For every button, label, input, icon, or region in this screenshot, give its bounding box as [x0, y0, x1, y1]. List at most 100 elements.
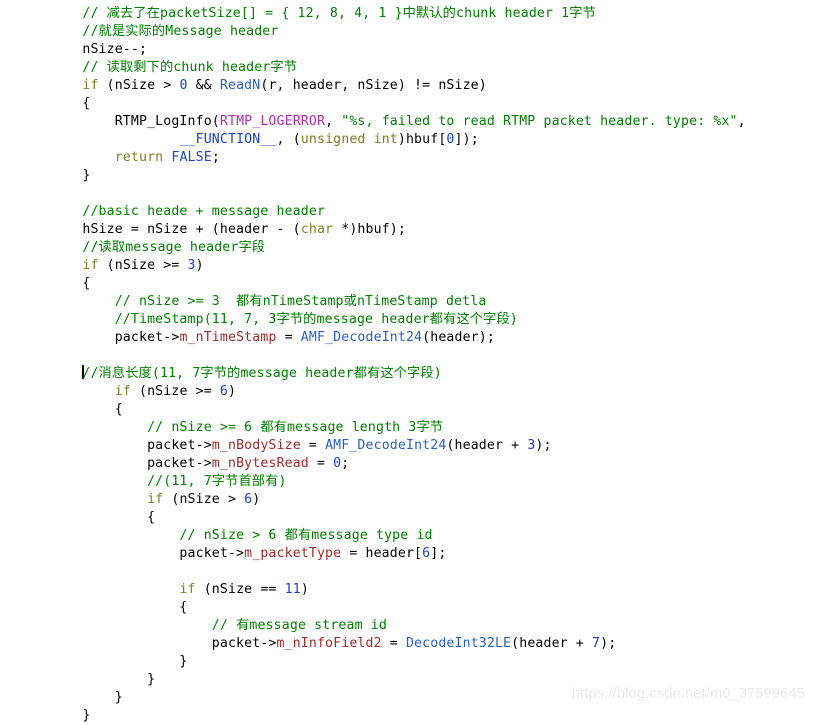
code-editor[interactable]: // 减去了在packetSize[] = { 12, 8, 4, 1 }中默认… [0, 0, 817, 723]
code-token-p: = header[ [341, 546, 423, 561]
code-line: //(11, 7字节首部有) [50, 473, 817, 491]
code-token-p [50, 366, 82, 381]
code-token-p: (header + [446, 438, 528, 453]
code-line: //就是实际的Message header [50, 23, 817, 41]
code-token-p: { [50, 402, 123, 417]
code-token-k: char [300, 222, 334, 237]
code-line: if (nSize > 0 && ReadN(r, header, nSize)… [50, 77, 817, 95]
code-token-p: packet-> [50, 636, 277, 651]
code-line: { [50, 509, 817, 527]
code-token-p: RTMP_LogInfo [114, 114, 212, 129]
code-token-c: //basic heade + message header [82, 204, 326, 219]
code-token-n: 7 [592, 636, 601, 651]
code-token-p: { [50, 510, 156, 525]
code-token-p: ); [600, 636, 617, 651]
code-line: //读取message header字段 [50, 239, 817, 257]
code-token-fn: AMF_DecodeInt24 [325, 438, 447, 453]
code-token-p: (nSize > [163, 492, 245, 507]
code-token-p [50, 618, 212, 633]
code-token-p: = [276, 330, 301, 345]
code-token-p: = [300, 438, 326, 453]
code-token-p: packet-> [50, 546, 245, 561]
code-token-p: = [381, 636, 406, 651]
code-token-p [50, 582, 179, 597]
code-token-p: ) [195, 258, 204, 273]
code-token-p: ; [211, 150, 220, 165]
code-token-p: { [50, 96, 91, 111]
code-token-p: } [50, 168, 91, 183]
code-token-n: 0 [179, 78, 188, 93]
code-line: nSize--; [50, 41, 817, 59]
code-token-str: "%s, failed to read RTMP packet header. … [341, 114, 738, 129]
code-token-c: // 减去了在packetSize[] = { 12, 8, 4, 1 }中默认… [82, 6, 596, 21]
code-token-c: //就是实际的Message header [82, 24, 279, 39]
code-token-mem: m_nBytesRead [211, 456, 309, 471]
code-token-p [50, 240, 82, 255]
code-token-p: (r, header, nSize) != nSize) [260, 78, 487, 93]
code-line: { [50, 95, 817, 113]
code-token-p: packet-> [50, 330, 180, 345]
code-token-p [50, 60, 82, 75]
code-token-fn: DecodeInt32LE [405, 636, 512, 651]
code-token-p [50, 150, 115, 165]
code-token-k: if [179, 582, 196, 597]
code-line: //basic heade + message header [50, 203, 817, 221]
code-line: return FALSE; [50, 149, 817, 167]
code-line: RTMP_LogInfo(RTMP_LOGERROR, "%s, failed … [50, 113, 817, 131]
code-token-p: (header); [422, 330, 495, 345]
code-token-p: *)hbuf); [333, 222, 406, 237]
code-token-p [50, 420, 147, 435]
code-token-mem: m_nBodySize [211, 438, 301, 453]
code-token-k: if [147, 492, 164, 507]
code-token-k: return [114, 150, 164, 165]
code-token-p: } [50, 690, 123, 705]
code-token-mem: m_packetType [244, 546, 342, 561]
code-token-c: //TimeStamp(11, 7, 3字节的message header都有这… [114, 312, 518, 327]
code-token-p: ]); [454, 132, 479, 147]
code-token-p: } [50, 708, 91, 723]
code-token-cst: FALSE [171, 150, 212, 165]
code-token-c: // nSize >= 6 都有message length 3字节 [147, 420, 444, 435]
code-token-k: if [82, 78, 99, 93]
code-token-p: ; [341, 456, 350, 471]
code-token-p: packet-> [50, 438, 212, 453]
code-line: packet->m_nTimeStamp = AMF_DecodeInt24(h… [50, 329, 817, 347]
code-token-p: (nSize > [98, 78, 180, 93]
code-token-p [50, 492, 147, 507]
code-token-p: = [308, 456, 334, 471]
code-token-p [50, 474, 147, 489]
code-token-n: 6 [219, 384, 228, 399]
code-token-p: , [737, 114, 746, 129]
code-line: // nSize >= 6 都有message length 3字节 [50, 419, 817, 437]
code-line: packet->m_nBodySize = AMF_DecodeInt24(he… [50, 437, 817, 455]
code-token-p: ]; [430, 546, 447, 561]
code-token-p: (nSize >= [98, 258, 188, 273]
code-line: packet->m_packetType = header[6]; [50, 545, 817, 563]
code-token-p [50, 384, 115, 399]
code-token-p [50, 204, 82, 219]
code-token-p: nSize--; [50, 42, 148, 57]
code-token-fn: AMF_DecodeInt24 [300, 330, 423, 345]
code-token-p [50, 24, 82, 39]
code-token-p: ) [252, 492, 261, 507]
code-token-c: //(11, 7字节首部有) [147, 474, 287, 489]
code-token-p: (header + [511, 636, 593, 651]
code-token-k: if [114, 384, 131, 399]
code-token-p: ); [535, 438, 552, 453]
code-line: packet->m_nInfoField2 = DecodeInt32LE(he… [50, 635, 817, 653]
code-token-mac: RTMP_LOGERROR [219, 114, 326, 129]
code-token-p: ) [300, 582, 309, 597]
code-line: //TimeStamp(11, 7, 3字节的message header都有这… [50, 311, 817, 329]
code-token-p: { [50, 276, 91, 291]
code-line: if (nSize >= 6) [50, 383, 817, 401]
code-token-p: } [50, 672, 156, 687]
code-text-area[interactable]: // 减去了在packetSize[] = { 12, 8, 4, 1 }中默认… [0, 4, 817, 725]
code-token-p: ( [211, 114, 220, 129]
code-line: //消息长度(11, 7字节的message header都有这个字段) [50, 365, 817, 383]
code-token-p [50, 258, 82, 273]
code-line: // nSize >= 3 都有nTimeStamp或nTimeStamp de… [50, 293, 817, 311]
watermark: https://blog.csdn.net/m0_37599645 [571, 686, 805, 702]
code-token-p [50, 114, 115, 129]
